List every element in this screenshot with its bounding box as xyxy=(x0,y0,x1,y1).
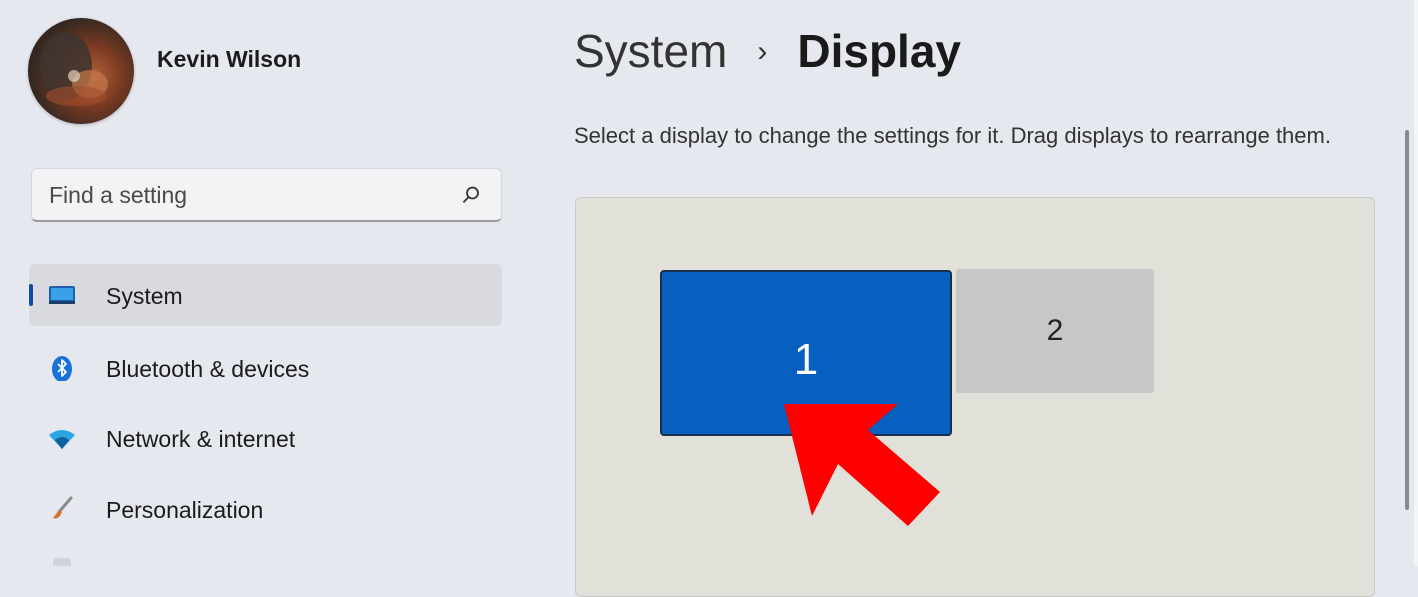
search-box[interactable] xyxy=(31,168,502,222)
sidebar-item-label: Network & internet xyxy=(106,426,296,452)
main-content: System › Display Select a display to chang… xyxy=(530,0,1418,597)
sidebar-item-label: System xyxy=(106,283,183,309)
scrollbar[interactable] xyxy=(1405,130,1409,510)
active-indicator xyxy=(29,284,33,306)
display-number: 1 xyxy=(793,335,819,384)
apps-icon xyxy=(53,558,71,566)
sidebar-item-label: Personalization xyxy=(106,497,264,523)
display-number: 2 xyxy=(1046,314,1064,347)
red-arrow-annotation xyxy=(784,404,940,526)
display-icon xyxy=(49,286,75,304)
breadcrumb-parent[interactable]: System xyxy=(574,25,727,77)
sidebar-item-partial[interactable] xyxy=(29,548,502,566)
sidebar-item-bluetooth[interactable]: Bluetooth & devices xyxy=(29,337,502,399)
display-2-tile[interactable]: 2 xyxy=(956,269,1154,393)
bluetooth-icon xyxy=(52,356,72,381)
sidebar-item-label: Bluetooth & devices xyxy=(106,356,310,382)
display-arrangement-panel[interactable]: 1 2 xyxy=(575,197,1375,597)
window-edge xyxy=(1414,0,1418,566)
brush-icon xyxy=(53,496,73,519)
page-title: Display xyxy=(797,25,962,77)
sidebar-item-network[interactable]: Network & internet xyxy=(29,407,502,469)
breadcrumb: System › Display xyxy=(574,24,961,79)
avatar[interactable] xyxy=(28,18,134,124)
display-description: Select a display to change the settings … xyxy=(574,123,1331,148)
sidebar: Kevin Wilson System Bluetooth & devices … xyxy=(0,0,530,566)
chevron-right-icon: › xyxy=(757,35,768,68)
search-icon[interactable] xyxy=(461,185,481,205)
wifi-icon xyxy=(49,430,75,449)
search-input[interactable] xyxy=(47,177,451,213)
sidebar-item-personalization[interactable]: Personalization xyxy=(29,478,502,540)
sidebar-item-system[interactable]: System xyxy=(29,264,502,326)
user-name: Kevin Wilson xyxy=(157,46,302,72)
